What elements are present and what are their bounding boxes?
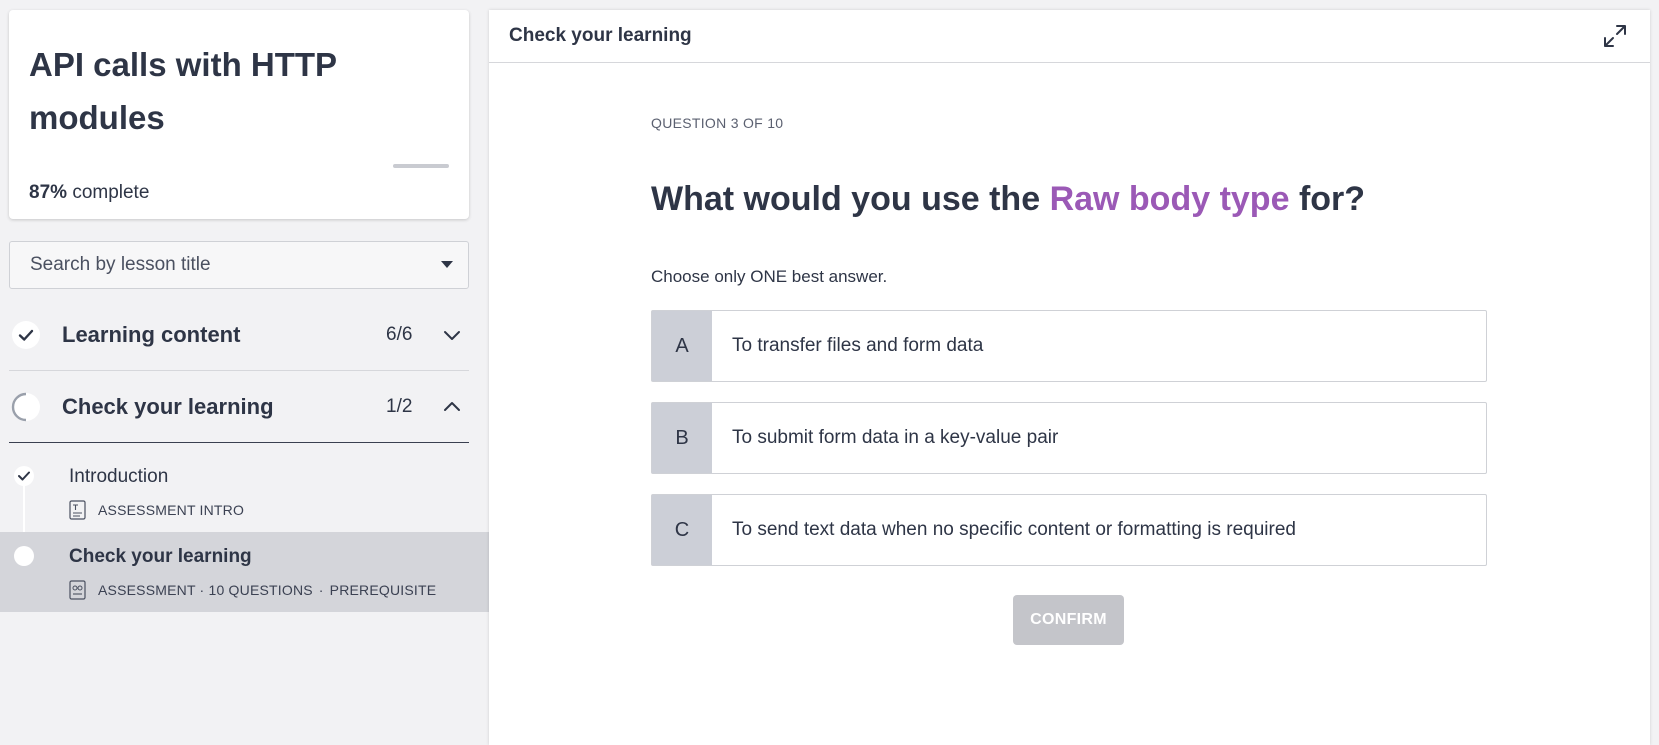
answer-option-a[interactable]: A To transfer files and form data (651, 310, 1487, 382)
document-icon (69, 500, 86, 520)
lesson-complete-dot (14, 466, 34, 486)
option-letter: C (652, 495, 712, 565)
progress-ring-icon (11, 392, 40, 422)
lesson-current-dot (14, 546, 34, 566)
lesson-prerequisite: PREREQUISITE (329, 582, 437, 598)
lesson-meta: ASSESSMENT INTRO (69, 500, 244, 520)
option-letter: A (652, 311, 712, 381)
panel-header: Check your learning (489, 10, 1650, 63)
lesson-meta: ASSESSMENT · 10 QUESTIONS · PREREQUISITE (69, 580, 436, 600)
option-letter: B (652, 403, 712, 473)
section-label: Learning content (62, 322, 241, 347)
section-label: Check your learning (62, 394, 274, 419)
answer-instruction: Choose only ONE best answer. (651, 267, 888, 286)
lesson-type: ASSESSMENT INTRO (98, 502, 245, 518)
course-sidebar: API calls with HTTP modules 87% complete… (0, 0, 489, 745)
question-prefix: What would you use the (651, 180, 1050, 218)
progress-suffix: complete (72, 182, 150, 203)
search-placeholder: Search by lesson title (30, 254, 211, 275)
answer-option-b[interactable]: B To submit form data in a key-value pai… (651, 402, 1487, 474)
panel-title: Check your learning (509, 25, 692, 46)
progress-bar (29, 164, 449, 168)
section-count: 1/2 (386, 396, 413, 417)
section-check-your-learning[interactable]: Check your learning 1/2 (9, 371, 469, 443)
lesson-item-check-your-learning[interactable]: Check your learning ASSESSMENT · 10 QUES… (0, 532, 489, 612)
option-text: To submit form data in a key-value pair (732, 427, 1059, 448)
lesson-title: Check your learning (69, 546, 252, 567)
assessment-icon (69, 580, 86, 600)
option-text: To transfer files and form data (732, 335, 984, 356)
lesson-item-introduction[interactable]: Introduction ASSESSMENT INTRO (0, 452, 489, 532)
lesson-title: Introduction (69, 466, 169, 487)
question-suffix: for? (1289, 180, 1366, 218)
lesson-search-dropdown[interactable]: Search by lesson title (9, 241, 469, 289)
assessment-panel: Check your learning QUESTION 3 OF 10 Wha… (489, 10, 1650, 745)
option-text: To send text data when no specific conte… (732, 519, 1296, 540)
lesson-type: ASSESSMENT · 10 QUESTIONS (98, 582, 313, 598)
progress-text: 87% complete (29, 182, 149, 204)
section-count: 6/6 (386, 324, 413, 345)
expand-icon[interactable] (1602, 23, 1628, 49)
answer-option-c[interactable]: C To send text data when no specific con… (651, 494, 1487, 566)
chevron-down-icon[interactable] (443, 329, 461, 341)
progress-bar-remaining (393, 164, 449, 168)
course-title: API calls with HTTP modules (29, 46, 337, 136)
check-icon (18, 471, 30, 481)
check-circle-icon (12, 321, 40, 349)
progress-percent: 87% (29, 182, 68, 203)
meta-separator: · (318, 582, 324, 598)
question-number: QUESTION 3 OF 10 (651, 115, 784, 131)
question-text: What would you use the Raw body type for… (651, 180, 1365, 219)
caret-down-icon (441, 261, 453, 268)
section-learning-content[interactable]: Learning content 6/6 (9, 299, 469, 371)
question-highlight: Raw body type (1049, 180, 1290, 218)
confirm-button[interactable]: CONFIRM (1013, 595, 1124, 645)
course-card: API calls with HTTP modules 87% complete (9, 10, 469, 219)
chevron-up-icon[interactable] (443, 401, 461, 413)
